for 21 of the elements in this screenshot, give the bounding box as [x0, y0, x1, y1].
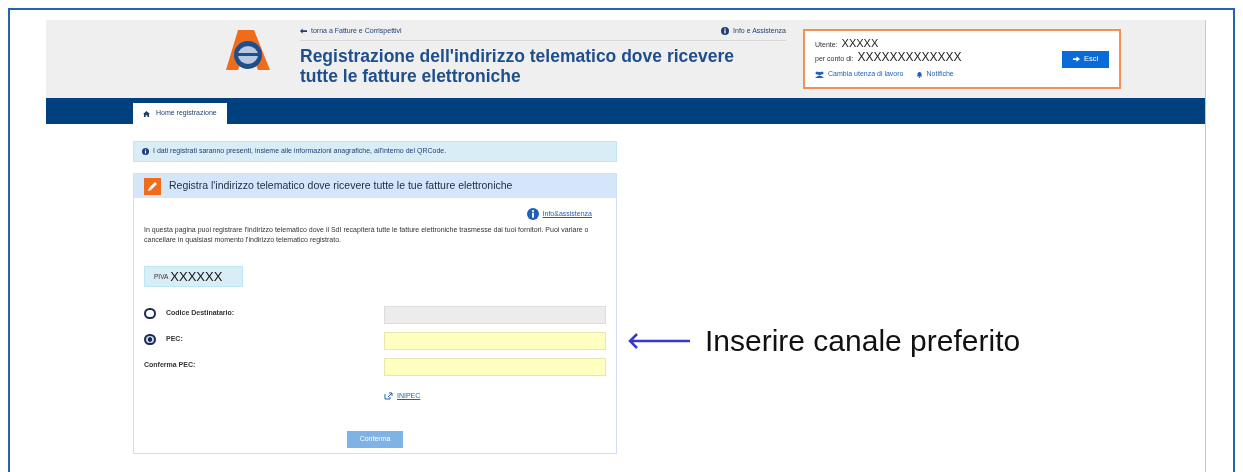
exit-icon	[1072, 56, 1080, 62]
users-icon	[815, 71, 824, 78]
arrow-icon	[628, 332, 691, 349]
annotation-text: Inserire canale preferito	[705, 323, 1021, 359]
info-icon	[721, 27, 730, 36]
pencil-icon	[144, 177, 161, 195]
piva-value: XXXXXX	[170, 270, 223, 283]
panel-title: Registra l'indirizzo telematico dove ricevere tutte le tue fatture elettroniche	[169, 178, 513, 194]
external-link-icon	[384, 392, 393, 400]
input-field[interactable]	[384, 358, 606, 376]
logo-icon	[224, 28, 272, 72]
arrow-left-icon	[300, 28, 307, 35]
user-value: XXXXX	[841, 38, 879, 50]
input-field[interactable]	[384, 332, 606, 350]
info-icon	[526, 208, 539, 220]
page-title: Registrazione dell'indirizzo telematico dove ricevere tutte le fatture elettroniche	[300, 45, 736, 86]
home-icon	[143, 110, 150, 117]
radio-button[interactable]	[144, 334, 156, 345]
bell-icon	[915, 71, 923, 78]
on-behalf-value: XXXXXXXXXXXXX	[857, 50, 962, 64]
info-icon	[142, 148, 149, 155]
